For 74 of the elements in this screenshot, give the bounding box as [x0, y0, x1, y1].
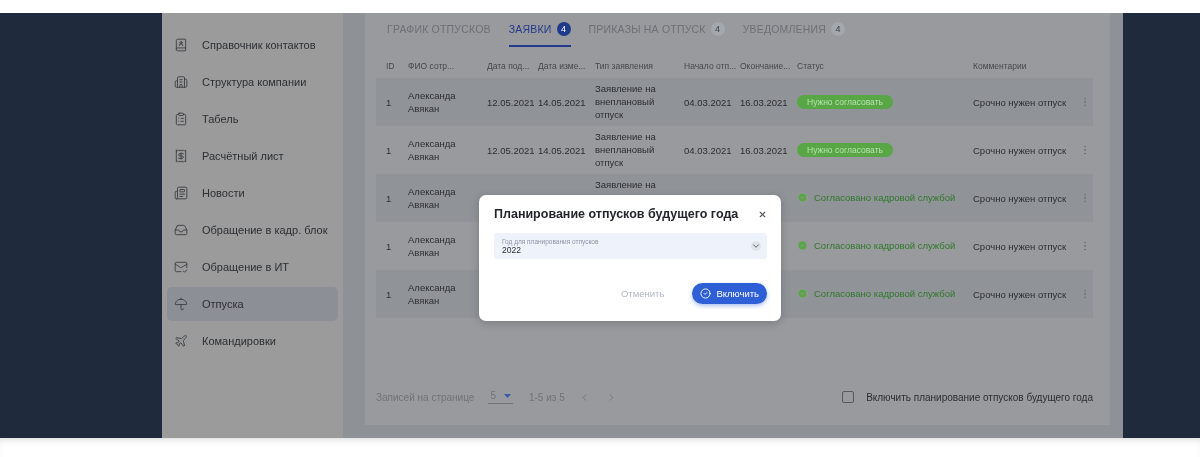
receipt-icon — [174, 149, 188, 163]
table-cell: 12.05.2021 — [487, 144, 535, 156]
table-cell: Заявление на внеплановый отпуск — [595, 131, 656, 168]
table-cell: 14.05.2021 — [538, 144, 586, 156]
address-book-icon — [174, 38, 188, 52]
sidebar-item[interactable]: Обращение в ИТ — [167, 250, 338, 284]
newspaper-icon — [174, 186, 188, 200]
column-header: Окончание... — [740, 61, 792, 71]
table-cell: 04.03.2021 — [684, 96, 732, 108]
table-cell: 1 — [386, 144, 392, 156]
status-text: Согласовано кадровой службой — [797, 238, 956, 252]
sidebar-item[interactable]: Табель — [167, 102, 338, 136]
table-cell: 12.05.2021 — [487, 96, 535, 108]
sidebar-item[interactable]: Справочник контактов — [167, 28, 338, 62]
caret-icon — [503, 393, 511, 398]
sidebar-item[interactable]: Командировки — [167, 324, 338, 358]
status-badge: Нужно согласовать — [797, 143, 893, 157]
table-cell: Александа Авякан — [408, 234, 456, 258]
plane-icon — [174, 334, 188, 348]
sidebar-item[interactable]: Структура компании — [167, 65, 338, 99]
inbox-icon — [174, 223, 188, 237]
column-header: ФИО сотр... — [408, 61, 456, 71]
table-cell: Срочно нужен отпуск — [973, 192, 1067, 204]
table-cell: 1 — [386, 96, 392, 108]
column-header: Дата под... — [487, 61, 531, 71]
table-cell: 1 — [386, 192, 392, 204]
table-cell: Срочно нужен отпуск — [973, 144, 1067, 156]
table-cell: 1 — [386, 240, 392, 252]
checkbox[interactable] — [842, 391, 855, 403]
dialog-title: Планирование отпусков будущего года — [494, 207, 739, 221]
table-cell: Александа Авякан — [408, 138, 456, 162]
column-header: Статус — [797, 61, 825, 71]
sidebar-item[interactable]: Обращение в кадр. блок — [167, 213, 338, 247]
clipboard-icon — [174, 112, 188, 126]
column-header: Дата изме... — [538, 61, 587, 71]
status-text: Согласовано кадровой службой — [797, 190, 956, 204]
sidebar-item[interactable]: Расчётный лист — [167, 139, 338, 173]
table-cell: 1 — [386, 288, 392, 300]
count-badge: 4 — [831, 22, 846, 36]
column-header: Комментарии — [973, 61, 1028, 71]
count-badge: 4 — [556, 22, 571, 36]
table-cell: Заявление на — [595, 179, 656, 190]
column-header: ID — [386, 61, 396, 71]
table-cell: 16.03.2021 — [740, 144, 788, 156]
chevron-down-icon — [751, 241, 761, 251]
umbrella-icon — [174, 297, 188, 311]
table-cell: 04.03.2021 — [684, 144, 732, 156]
column-header: Начало отп... — [684, 61, 738, 71]
table-cell: Александа Авякан — [408, 90, 456, 114]
check-icon — [797, 287, 808, 299]
check-icon — [797, 239, 808, 251]
count-badge: 4 — [710, 22, 725, 36]
mail-icon — [174, 260, 188, 274]
enable-button[interactable]: Включить — [692, 283, 767, 304]
status-text: Согласовано кадровой службой — [797, 286, 956, 300]
table-cell: Александа Авякан — [408, 282, 456, 306]
table-cell: Заявление на внеплановый отпуск — [595, 83, 656, 120]
table-cell: Срочно нужен отпуск — [973, 288, 1067, 300]
checkbox-label: Включить планирование отпусков будущего года — [866, 391, 1093, 403]
column-header: Тип заявления — [595, 61, 654, 71]
check-icon — [797, 191, 808, 203]
table-cell: Срочно нужен отпуск — [973, 240, 1067, 252]
table-cell: 14.05.2021 — [538, 96, 586, 108]
sidebar-item[interactable]: Новости — [167, 176, 338, 210]
status-badge: Нужно согласовать — [797, 95, 893, 109]
building-icon — [174, 75, 188, 89]
field-value: 2022 — [502, 244, 521, 255]
sidebar-item[interactable]: Отпуска — [167, 287, 338, 321]
table-cell: Срочно нужен отпуск — [973, 96, 1067, 108]
table-cell: Александа Авякан — [408, 186, 456, 210]
close-icon[interactable] — [758, 209, 767, 219]
tab[interactable]: ЗАЯВКИ 4 — [508, 13, 571, 47]
table-cell: 16.03.2021 — [740, 96, 788, 108]
check-icon — [700, 288, 712, 299]
